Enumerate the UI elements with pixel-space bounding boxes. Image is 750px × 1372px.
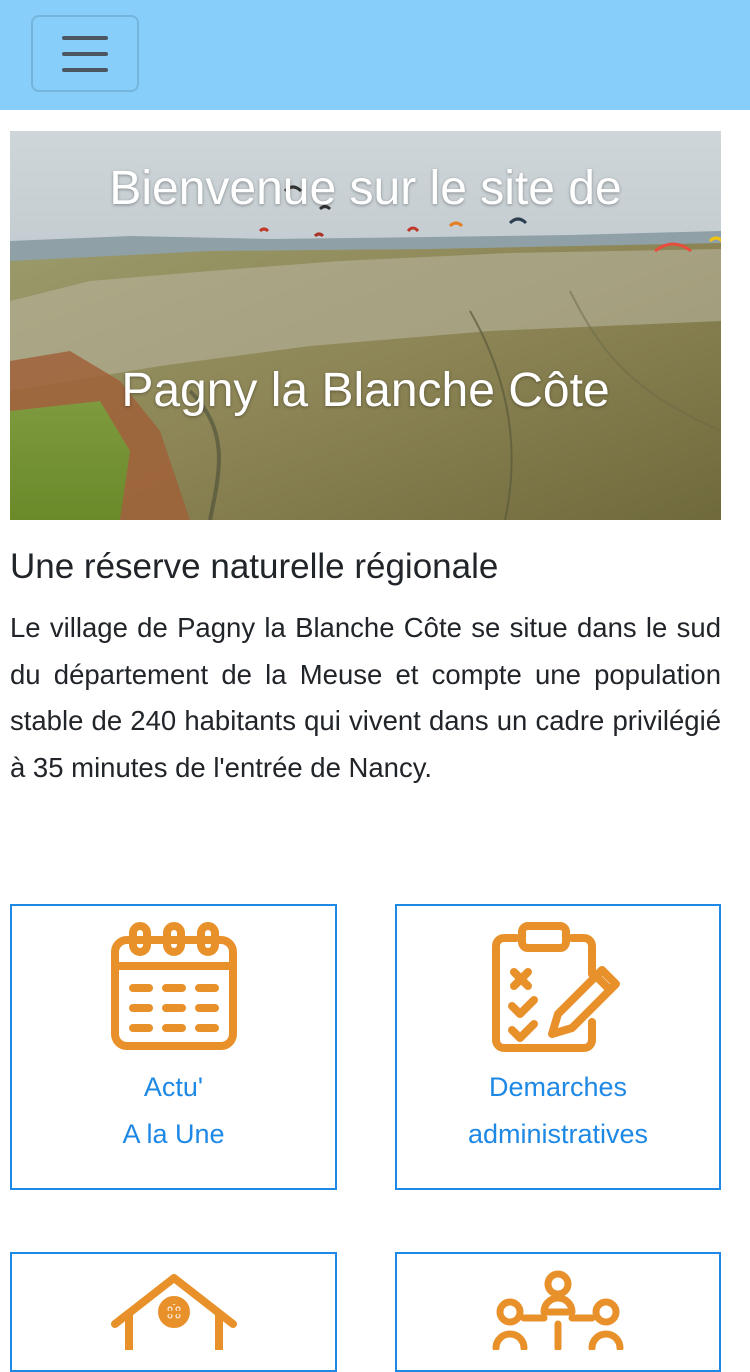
clipboard-checklist-icon: [492, 922, 624, 1057]
intro-paragraph: Le village de Pagny la Blanche Côte se s…: [10, 612, 721, 783]
people-network-icon: [488, 1270, 628, 1355]
house-icon: [109, 1270, 239, 1355]
card-people[interactable]: [395, 1252, 721, 1372]
card-actu-label-line1: Actu': [143, 1072, 204, 1102]
calendar-icon: [109, 922, 239, 1057]
hero-welcome-text: Bienvenue sur le site de: [109, 162, 622, 215]
hero-banner: Bienvenue sur le site de Pagny la Blanch…: [10, 131, 721, 520]
top-navbar: [0, 0, 750, 110]
card-actu[interactable]: Actu' A la Une: [10, 904, 337, 1190]
section-title: Une réserve naturelle régionale: [10, 547, 499, 586]
card-demarches-label-line1: Demarches: [488, 1072, 628, 1102]
card-house[interactable]: [10, 1252, 337, 1372]
hero-village-name: Pagny la Blanche Côte: [121, 364, 610, 417]
hamburger-menu-icon: [62, 35, 108, 72]
card-demarches-label-line2: administratives: [467, 1119, 649, 1149]
card-demarches[interactable]: Demarches administratives: [395, 904, 721, 1190]
menu-toggle-button[interactable]: [31, 15, 139, 92]
card-actu-label-line2: A la Une: [122, 1119, 225, 1149]
